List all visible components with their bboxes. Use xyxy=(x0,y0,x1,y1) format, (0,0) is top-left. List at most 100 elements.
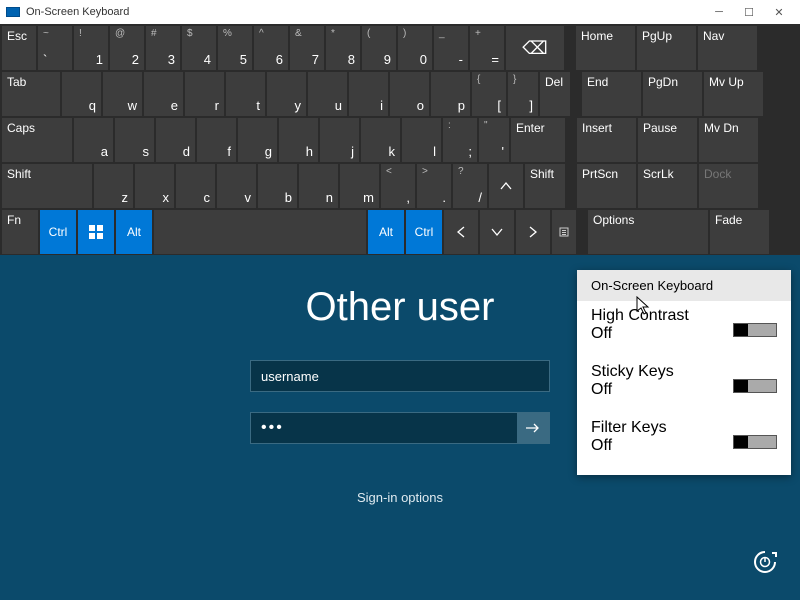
key-h[interactable]: h xyxy=(279,118,318,162)
key-n[interactable]: n xyxy=(299,164,338,208)
key-2[interactable]: @2 xyxy=(110,26,144,70)
key-period[interactable]: >. xyxy=(417,164,451,208)
filter-keys-toggle[interactable] xyxy=(733,435,777,449)
key-fade[interactable]: Fade xyxy=(710,210,769,254)
key-pgdn[interactable]: PgDn xyxy=(643,72,702,116)
key-alt-right[interactable]: Alt xyxy=(368,210,404,254)
key-0[interactable]: )0 xyxy=(398,26,432,70)
submit-button[interactable] xyxy=(517,413,549,443)
minimize-button[interactable]: ─ xyxy=(704,2,734,22)
key-6[interactable]: ^6 xyxy=(254,26,288,70)
ease-item-osk[interactable]: On-Screen Keyboard xyxy=(577,270,791,301)
key-options[interactable]: Options xyxy=(588,210,708,254)
key-down[interactable] xyxy=(480,210,514,254)
key-backspace[interactable]: ⌫ xyxy=(506,26,564,70)
windows-icon xyxy=(88,224,104,240)
key-prtscn[interactable]: PrtScn xyxy=(577,164,636,208)
key-i[interactable]: i xyxy=(349,72,388,116)
key-q[interactable]: q xyxy=(62,72,101,116)
key-tab[interactable]: Tab xyxy=(2,72,60,116)
key-pgup[interactable]: PgUp xyxy=(637,26,696,70)
key-rbracket[interactable]: }] xyxy=(508,72,538,116)
sign-in-options-link[interactable]: Sign-in options xyxy=(357,490,443,505)
key-j[interactable]: j xyxy=(320,118,359,162)
key-b[interactable]: b xyxy=(258,164,297,208)
key-c[interactable]: c xyxy=(176,164,215,208)
key-end[interactable]: End xyxy=(582,72,641,116)
key-w[interactable]: w xyxy=(103,72,142,116)
key-m[interactable]: m xyxy=(340,164,379,208)
key-nav[interactable]: Nav xyxy=(698,26,757,70)
ease-item-high-contrast[interactable]: High Contrast Off xyxy=(577,301,791,345)
ease-item-sticky-keys[interactable]: Sticky Keys Off xyxy=(577,357,791,401)
power-button[interactable] xyxy=(752,549,778,580)
key-shift-right[interactable]: Shift xyxy=(525,164,565,208)
key-space[interactable] xyxy=(154,210,366,254)
key-semicolon[interactable]: :; xyxy=(443,118,477,162)
key-p[interactable]: p xyxy=(431,72,470,116)
key-v[interactable]: v xyxy=(217,164,256,208)
app-icon xyxy=(6,7,20,17)
key-y[interactable]: y xyxy=(267,72,306,116)
key-right[interactable] xyxy=(516,210,550,254)
key-l[interactable]: l xyxy=(402,118,441,162)
key-7[interactable]: &7 xyxy=(290,26,324,70)
login-title: Other user xyxy=(306,285,495,330)
arrow-right-icon xyxy=(524,421,542,435)
key-g[interactable]: g xyxy=(238,118,277,162)
key-alt-left[interactable]: Alt xyxy=(116,210,152,254)
key-shift-left[interactable]: Shift xyxy=(2,164,92,208)
key-1[interactable]: !1 xyxy=(74,26,108,70)
key-r[interactable]: r xyxy=(185,72,224,116)
key-del[interactable]: Del xyxy=(540,72,570,116)
key-esc[interactable]: Esc xyxy=(2,26,36,70)
username-field[interactable]: username xyxy=(250,360,550,392)
key-scrlk[interactable]: ScrLk xyxy=(638,164,697,208)
key-enter[interactable]: Enter xyxy=(511,118,565,162)
key-ctrl-right[interactable]: Ctrl xyxy=(406,210,442,254)
key-x[interactable]: x xyxy=(135,164,174,208)
key-f[interactable]: f xyxy=(197,118,236,162)
key-windows[interactable] xyxy=(78,210,114,254)
sticky-keys-toggle[interactable] xyxy=(733,379,777,393)
key-mvdn[interactable]: Mv Dn xyxy=(699,118,758,162)
key-k[interactable]: k xyxy=(361,118,400,162)
key-o[interactable]: o xyxy=(390,72,429,116)
key-t[interactable]: t xyxy=(226,72,265,116)
key-9[interactable]: (9 xyxy=(362,26,396,70)
key-z[interactable]: z xyxy=(94,164,133,208)
key-ctrl-left[interactable]: Ctrl xyxy=(40,210,76,254)
key-pause[interactable]: Pause xyxy=(638,118,697,162)
key-lbracket[interactable]: {[ xyxy=(472,72,506,116)
key-e[interactable]: e xyxy=(144,72,183,116)
key-5[interactable]: %5 xyxy=(218,26,252,70)
key-s[interactable]: s xyxy=(115,118,154,162)
high-contrast-toggle[interactable] xyxy=(733,323,777,337)
key-a[interactable]: a xyxy=(74,118,113,162)
key-fn[interactable]: Fn xyxy=(2,210,38,254)
on-screen-keyboard: Esc ~` !1 @2 #3 $4 %5 ^6 &7 *8 (9 )0 _- … xyxy=(0,24,800,258)
key-insert[interactable]: Insert xyxy=(577,118,636,162)
key-d[interactable]: d xyxy=(156,118,195,162)
key-backtick[interactable]: ~` xyxy=(38,26,72,70)
key-quote[interactable]: "' xyxy=(479,118,509,162)
key-equals[interactable]: += xyxy=(470,26,504,70)
key-mvup[interactable]: Mv Up xyxy=(704,72,763,116)
key-dock[interactable]: Dock xyxy=(699,164,758,208)
key-slash[interactable]: ?/ xyxy=(453,164,487,208)
key-context-menu[interactable] xyxy=(552,210,576,254)
close-button[interactable]: ✕ xyxy=(764,2,794,22)
password-field[interactable] xyxy=(251,413,517,443)
key-8[interactable]: *8 xyxy=(326,26,360,70)
key-left[interactable] xyxy=(444,210,478,254)
key-caps[interactable]: Caps xyxy=(2,118,72,162)
key-3[interactable]: #3 xyxy=(146,26,180,70)
key-4[interactable]: $4 xyxy=(182,26,216,70)
key-comma[interactable]: <, xyxy=(381,164,415,208)
key-home[interactable]: Home xyxy=(576,26,635,70)
ease-item-filter-keys[interactable]: Filter Keys Off xyxy=(577,413,791,457)
maximize-button[interactable]: ☐ xyxy=(734,2,764,22)
key-minus[interactable]: _- xyxy=(434,26,468,70)
key-up[interactable] xyxy=(489,164,523,208)
key-u[interactable]: u xyxy=(308,72,347,116)
